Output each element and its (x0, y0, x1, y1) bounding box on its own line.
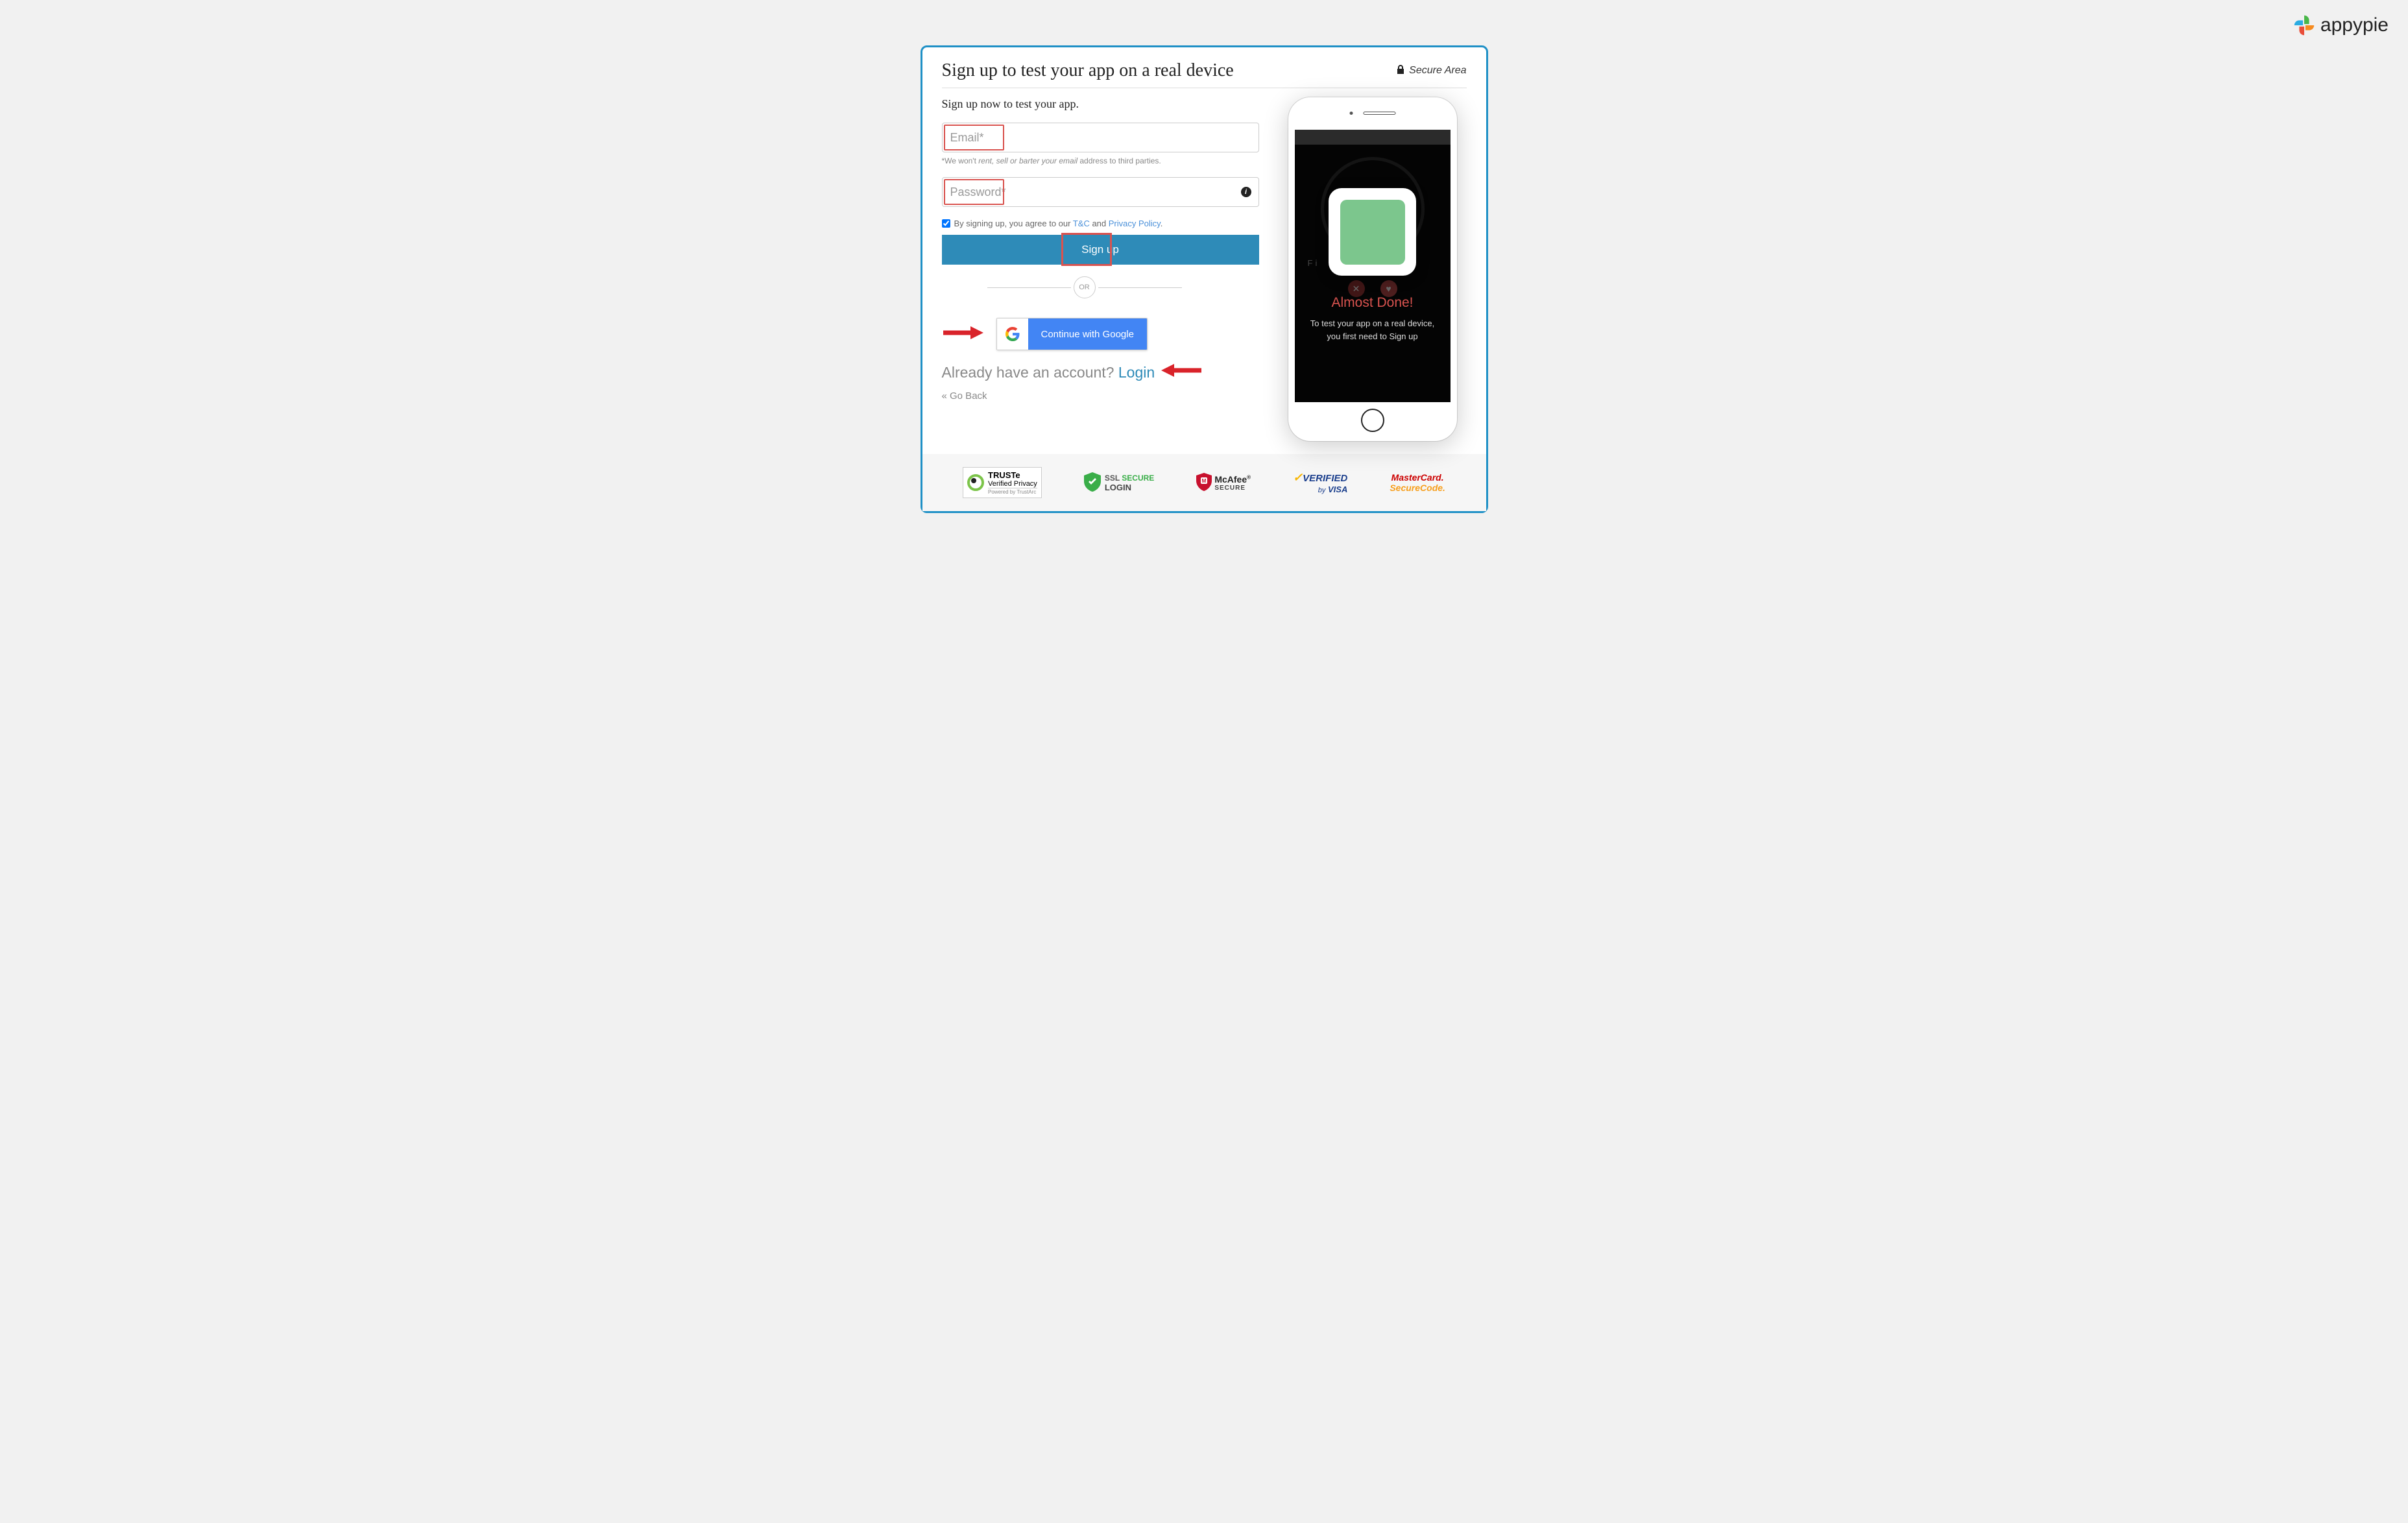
login-link[interactable]: Login (1118, 364, 1155, 381)
or-divider: OR (987, 276, 1182, 298)
app-icon-tile (1329, 188, 1416, 276)
google-logo-icon (997, 318, 1028, 350)
login-prompt: Already have an account? Login (942, 363, 1259, 381)
mcafee-badge: M McAfee® SECURE (1196, 473, 1251, 493)
signup-form: Sign up now to test your app. *We won't … (942, 97, 1259, 441)
page-title: Sign up to test your app on a real devic… (942, 60, 1234, 81)
phone-speaker-icon (1363, 112, 1395, 115)
email-input[interactable] (942, 123, 1259, 152)
shield-icon (1084, 472, 1101, 494)
app-icon (1340, 200, 1405, 265)
truste-icon (967, 474, 984, 491)
almost-done-subtitle: To test your app on a real device,you fi… (1297, 317, 1448, 342)
annotation-arrow-icon (942, 326, 983, 343)
phone-preview: Fi.... ✕ ♥ Almost Done! To test your app… (1288, 97, 1457, 441)
verified-by-visa-badge: ✓VERIFIED by VISA (1293, 471, 1347, 494)
secure-area-label: Secure Area (1396, 64, 1466, 78)
ssl-secure-badge: SSL SECURE LOGIN (1084, 472, 1154, 494)
continue-with-google-button[interactable]: Continue with Google (996, 318, 1148, 350)
mastercard-securecode-badge: MasterCard. SecureCode. (1390, 472, 1445, 493)
password-input[interactable] (942, 177, 1259, 207)
signup-card: Sign up to test your app on a real devic… (921, 45, 1488, 513)
consent-checkbox[interactable] (942, 219, 950, 228)
appypie-logo-icon (2292, 13, 2317, 38)
trust-badges: TRUSTe Verified Privacy Powered by Trust… (922, 454, 1486, 511)
form-subtitle: Sign up now to test your app. (942, 97, 1259, 111)
annotation-arrow-icon (1161, 363, 1203, 381)
terms-link[interactable]: T&C (1073, 219, 1090, 228)
mcafee-shield-icon: M (1196, 473, 1212, 493)
consent-row: By signing up, you agree to our T&C and … (942, 219, 1259, 228)
almost-done-title: Almost Done! (1331, 295, 1413, 311)
svg-text:M: M (1202, 478, 1207, 484)
phone-home-button-icon (1361, 409, 1384, 432)
privacy-link[interactable]: Privacy Policy (1109, 219, 1161, 228)
phone-screen: Fi.... ✕ ♥ Almost Done! To test your app… (1295, 130, 1451, 402)
truste-badge: TRUSTe Verified Privacy Powered by Trust… (963, 467, 1042, 498)
lock-icon (1396, 64, 1405, 78)
email-helper-text: *We won't rent, sell or barter your emai… (942, 156, 1259, 165)
phone-camera-icon (1349, 112, 1353, 115)
brand-logo: appypie (2292, 13, 2389, 38)
go-back-link[interactable]: « Go Back (942, 390, 987, 402)
brand-name: appypie (2320, 14, 2389, 36)
info-icon[interactable]: i (1241, 187, 1251, 197)
signup-button[interactable]: Sign up (942, 235, 1259, 265)
